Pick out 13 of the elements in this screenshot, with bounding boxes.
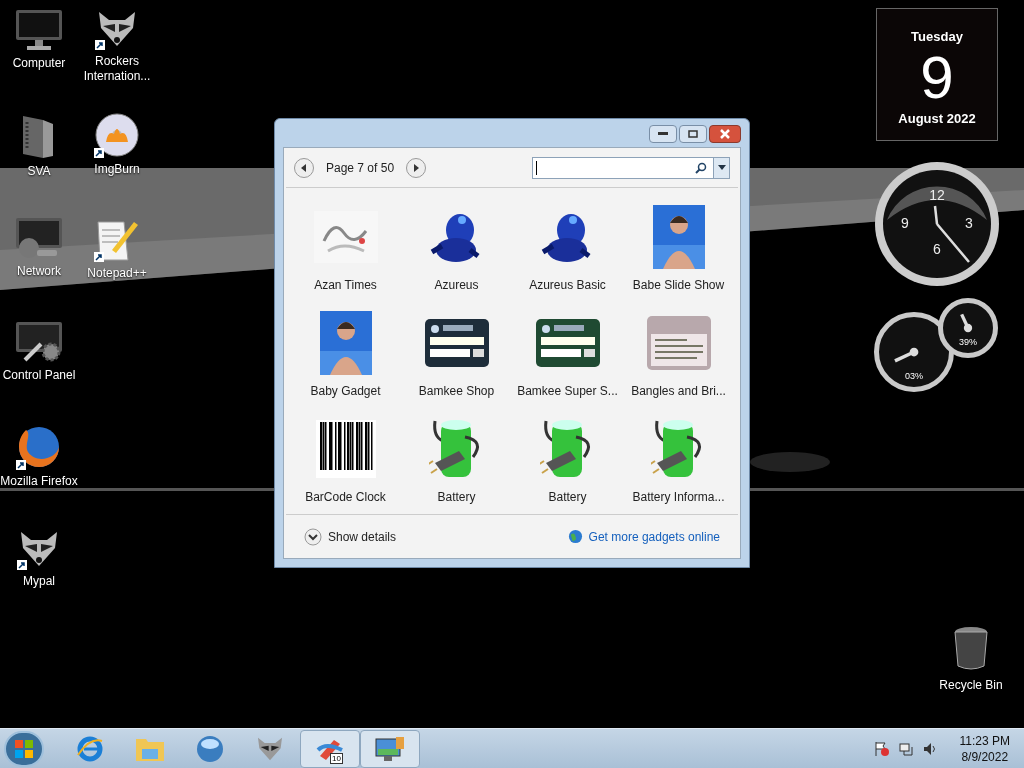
count-badge: 10 [330,752,343,764]
start-button[interactable] [4,730,44,767]
glass-orb-icon [196,734,224,763]
taskbar-button[interactable]: 10 [300,729,360,768]
windows-logo-icon [15,739,33,758]
tray-time: 11:23 PM [959,732,1010,749]
tray-date: 8/9/2022 [961,748,1009,765]
taskbar-button[interactable] [360,729,420,768]
desktop-monitor-icon [374,734,406,763]
clock-area[interactable]: 11:23 PM 8/9/2022 [959,732,1010,765]
flag-alert-icon [873,740,890,757]
network-icon [897,740,914,757]
browser-e-icon [76,734,104,763]
